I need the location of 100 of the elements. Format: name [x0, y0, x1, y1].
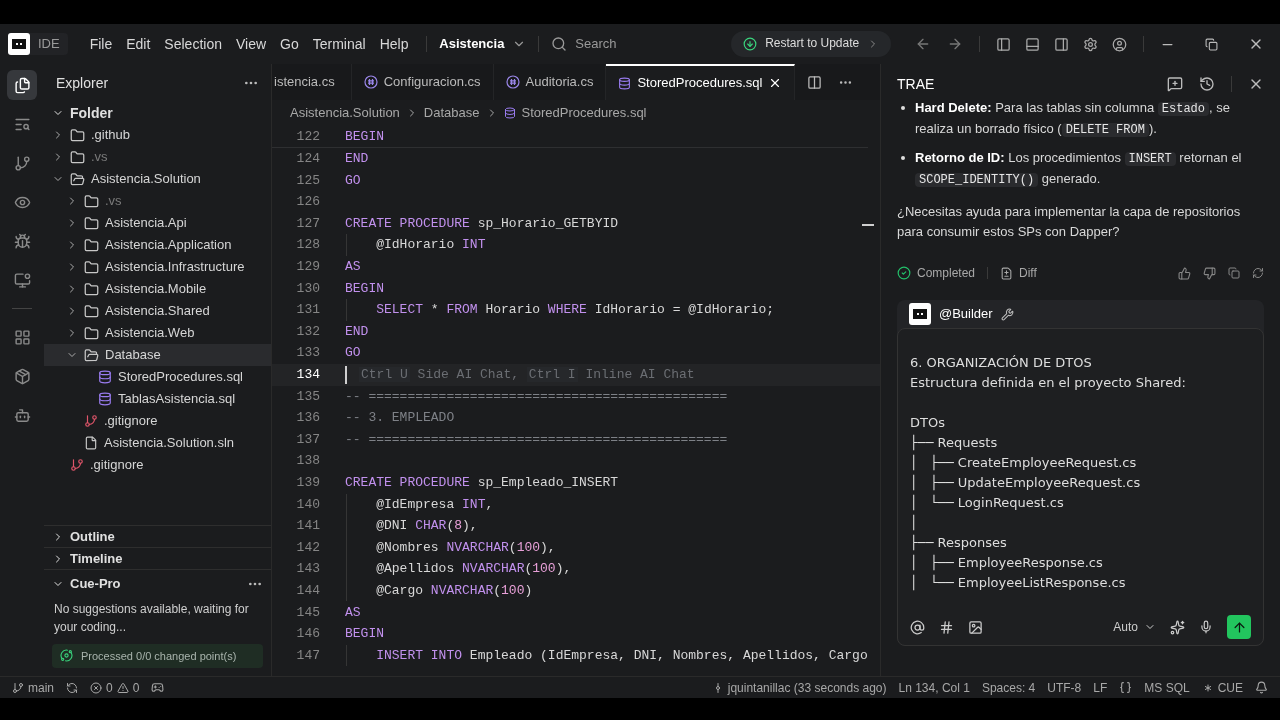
- section-header[interactable]: Timeline: [44, 547, 271, 569]
- hint-text: Ctrl U Side AI Chat, Ctrl I Inline AI Chat: [359, 365, 695, 384]
- tree-item[interactable]: .vs: [44, 146, 271, 168]
- menu-item[interactable]: Terminal: [306, 30, 372, 58]
- search-field[interactable]: Search: [575, 34, 726, 54]
- status-item[interactable]: UTF-8: [1047, 678, 1082, 697]
- language-button[interactable]: MS SQL: [1144, 678, 1190, 697]
- menu-item[interactable]: File: [83, 30, 119, 58]
- status-item[interactable]: LF: [1093, 678, 1108, 697]
- model-dropdown[interactable]: Auto: [1113, 618, 1156, 636]
- code-line: SELECT * FROM Horario WHERE IdHorario = @IdHorario;: [375, 301, 775, 320]
- tree-label: Asistencia.Shared: [105, 302, 210, 321]
- code-line: @Cargo NVARCHAR(100): [375, 581, 533, 600]
- code-line: -- ==============================================: [345, 387, 728, 406]
- info-text: No suggestions available, waiting for your coding...: [53, 600, 250, 636]
- tree-item[interactable]: Asistencia.Solution: [44, 168, 271, 190]
- tree-label: .github: [91, 126, 131, 145]
- code-line: CREATE PROCEDURE sp_Empleado_INSERT: [345, 473, 619, 492]
- line-number: 138: [295, 452, 320, 471]
- project-dropdown[interactable]: Asistencia: [439, 34, 527, 54]
- menu-item[interactable]: Selection: [158, 30, 228, 58]
- status-text: Completed: [917, 265, 976, 282]
- tree-label: Asistencia.Solution: [91, 170, 201, 189]
- code-line: @IdEmpresa INT,: [375, 495, 494, 514]
- update-button[interactable]: Restart to Update: [731, 31, 892, 57]
- line-number: 131: [295, 301, 320, 320]
- tree-item[interactable]: TablasAsistencia.sql: [44, 388, 271, 410]
- code-line: END: [345, 150, 369, 169]
- tree-label: StoredProcedures.sql: [118, 368, 243, 387]
- line-number: 145: [295, 603, 320, 622]
- cue-button[interactable]: CUE: [1201, 678, 1243, 697]
- section-header[interactable]: Outline: [44, 525, 271, 547]
- tree-item[interactable]: StoredProcedures.sql: [44, 366, 271, 388]
- line-number: 147: [295, 646, 320, 665]
- tree-label: Database: [105, 346, 161, 365]
- tree-item[interactable]: Asistencia.Shared: [44, 300, 271, 322]
- breadcrumb-item[interactable]: StoredProcedures.sql: [521, 103, 647, 123]
- breadcrumb-item[interactable]: Asistencia.Solution: [290, 103, 400, 123]
- line-number: 122: [295, 127, 320, 146]
- blame-button[interactable]: jquintanillac (33 seconds ago): [711, 678, 887, 697]
- code-line: @Nombres NVARCHAR(100),: [375, 538, 556, 557]
- branch-button[interactable]: main: [12, 678, 54, 697]
- line-number: 130: [295, 279, 320, 298]
- code-line: @Apellidos NVARCHAR(100),: [375, 560, 572, 579]
- menu-item[interactable]: View: [229, 30, 273, 58]
- code-line: INSERT INTO Empleado (IdEmpresa, DNI, Nombres, Apellidos, Cargo: [375, 646, 868, 665]
- line-number: 135: [295, 387, 320, 406]
- editor-tab[interactable]: Configuracion.cs: [351, 64, 494, 100]
- code-line: BEGIN: [345, 279, 384, 298]
- code-line: BEGIN: [345, 625, 384, 644]
- line-number: 136: [295, 409, 320, 428]
- tree-label: .gitignore: [104, 412, 158, 431]
- menu-item[interactable]: Edit: [120, 30, 157, 58]
- tree-item[interactable]: Database: [44, 344, 271, 366]
- code-line: CREATE PROCEDURE sp_Horario_GETBYID: [345, 214, 619, 233]
- code-line: -- ==============================================: [345, 430, 728, 449]
- tree-label: Asistencia.Api: [105, 214, 187, 233]
- problems-button[interactable]: 0 0: [90, 678, 140, 697]
- line-number: 133: [295, 344, 320, 363]
- tree-item[interactable]: Asistencia.Web: [44, 322, 271, 344]
- warning-count: 0: [132, 679, 140, 697]
- menu-item[interactable]: Go: [274, 30, 305, 58]
- tree-item[interactable]: Asistencia.Solution.sln: [44, 432, 271, 454]
- tree-label: Asistencia.Mobile: [105, 280, 207, 299]
- tree-item[interactable]: .gitignore: [44, 410, 271, 432]
- line-number: 143: [295, 560, 320, 579]
- tree-item[interactable]: Asistencia.Infrastructure: [44, 256, 271, 278]
- tree-label: Asistencia.Infrastructure: [105, 258, 245, 277]
- line-number: 146: [295, 625, 320, 644]
- line-number: 129: [295, 258, 320, 276]
- editor-tab[interactable]: istencia.cs: [272, 64, 352, 100]
- breadcrumb-item[interactable]: Database: [423, 103, 480, 123]
- bullet-text: Hard Delete: Para las tablas sin columna Estado , se realiza un borrado físico ( DELETE FROM ).: [915, 99, 1231, 139]
- tree-item[interactable]: .gitignore: [44, 454, 271, 476]
- status-item[interactable]: Ln 134, Col 1: [898, 678, 970, 697]
- agent-label: @Builder: [939, 305, 993, 324]
- tree-item[interactable]: .github: [44, 124, 271, 146]
- tree-label: Asistencia.Application: [105, 236, 232, 255]
- line-number: 140: [295, 495, 320, 514]
- line-number: 134: [295, 366, 320, 384]
- code-line: GO: [345, 171, 361, 190]
- tree-item[interactable]: Asistencia.Mobile: [44, 278, 271, 300]
- panel-title: Explorer: [56, 73, 109, 93]
- code-line: GO: [345, 344, 361, 363]
- menu-item[interactable]: Help: [373, 30, 415, 58]
- tree-item[interactable]: .vs: [44, 190, 271, 212]
- line-number: 142: [295, 538, 320, 557]
- editor-tab[interactable]: StoredProcedures.sql: [606, 64, 796, 100]
- section-header[interactable]: Cue-Pro: [52, 574, 121, 594]
- tree-label: Asistencia.Web: [105, 324, 195, 343]
- diff-button[interactable]: Diff: [1000, 264, 1037, 282]
- tree-label: .gitignore: [90, 456, 144, 475]
- status-item[interactable]: Spaces: 4: [981, 678, 1036, 697]
- line-number: 139: [295, 473, 320, 492]
- section-header[interactable]: Folder: [44, 102, 271, 124]
- tree-item[interactable]: Asistencia.Application: [44, 234, 271, 256]
- line-number: 128: [295, 236, 320, 255]
- tree-label: .vs: [91, 148, 108, 167]
- tree-item[interactable]: Asistencia.Api: [44, 212, 271, 234]
- tree-label: Asistencia.Solution.sln: [104, 434, 235, 453]
